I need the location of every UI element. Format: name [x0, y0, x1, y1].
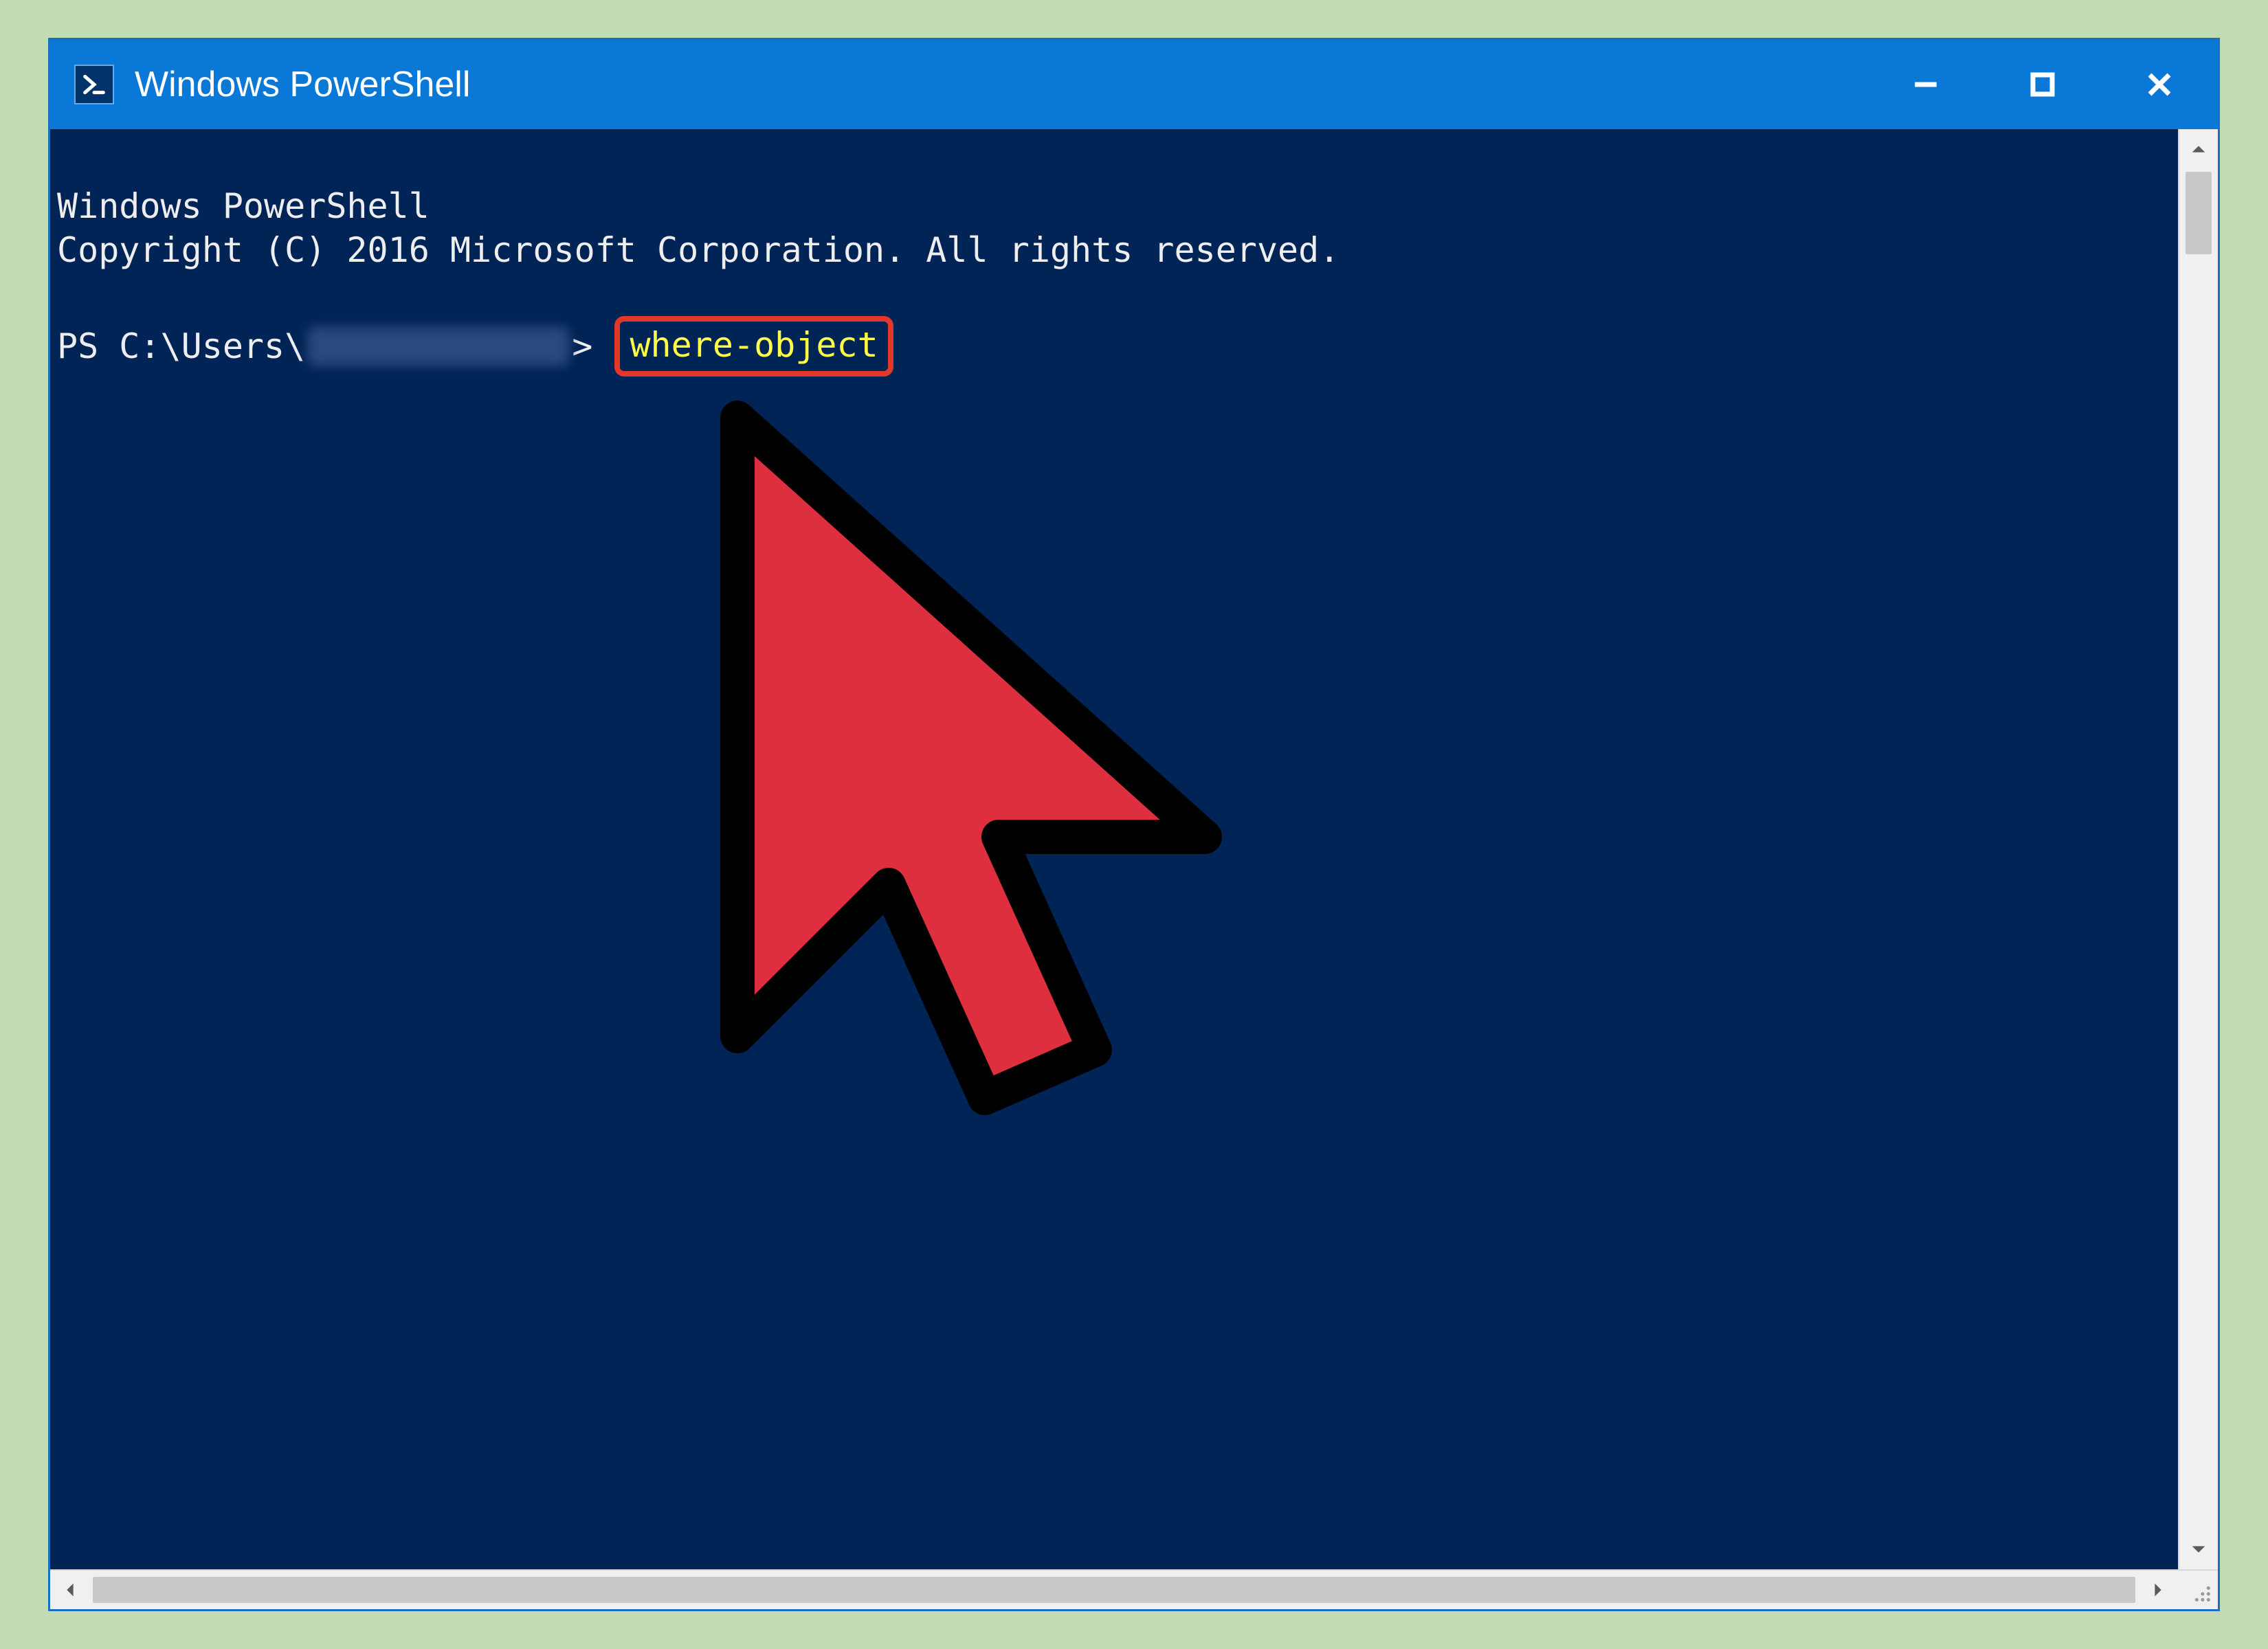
vertical-scrollbar[interactable] — [2178, 129, 2218, 1569]
window-controls — [1867, 40, 2218, 129]
titlebar[interactable]: Windows PowerShell — [50, 40, 2218, 129]
powershell-window: Windows PowerShell Windows PowerShell Co… — [48, 38, 2220, 1611]
prompt-line: PS C:\Users\ > where-object — [57, 316, 2171, 377]
minimize-button[interactable] — [1867, 40, 1984, 129]
scroll-down-icon[interactable] — [2179, 1529, 2218, 1569]
scroll-up-icon[interactable] — [2179, 129, 2218, 169]
highlighted-command: where-object — [614, 316, 893, 377]
prompt-prefix: PS C:\Users\ — [57, 324, 305, 368]
scroll-left-icon[interactable] — [50, 1571, 90, 1609]
command-text: where-object — [630, 325, 878, 365]
powershell-icon — [74, 65, 114, 104]
scroll-right-icon[interactable] — [2138, 1571, 2178, 1609]
horizontal-scrollbar[interactable] — [50, 1569, 2218, 1609]
scroll-thumb-horizontal[interactable] — [93, 1577, 2135, 1603]
content-area: Windows PowerShell Copyright (C) 2016 Mi… — [50, 129, 2218, 1609]
window-title: Windows PowerShell — [135, 64, 470, 105]
scroll-thumb[interactable] — [2186, 172, 2212, 254]
terminal-line: Windows PowerShell — [57, 186, 430, 226]
close-button[interactable] — [2101, 40, 2218, 129]
maximize-button[interactable] — [1984, 40, 2101, 129]
cursor-annotation-icon — [600, 383, 1287, 1277]
terminal-line: Copyright (C) 2016 Microsoft Corporation… — [57, 230, 1339, 270]
resize-grip-icon[interactable] — [2178, 1571, 2218, 1609]
prompt-suffix: > — [572, 324, 613, 368]
redacted-username — [308, 327, 569, 366]
terminal-output[interactable]: Windows PowerShell Copyright (C) 2016 Mi… — [50, 129, 2178, 1569]
